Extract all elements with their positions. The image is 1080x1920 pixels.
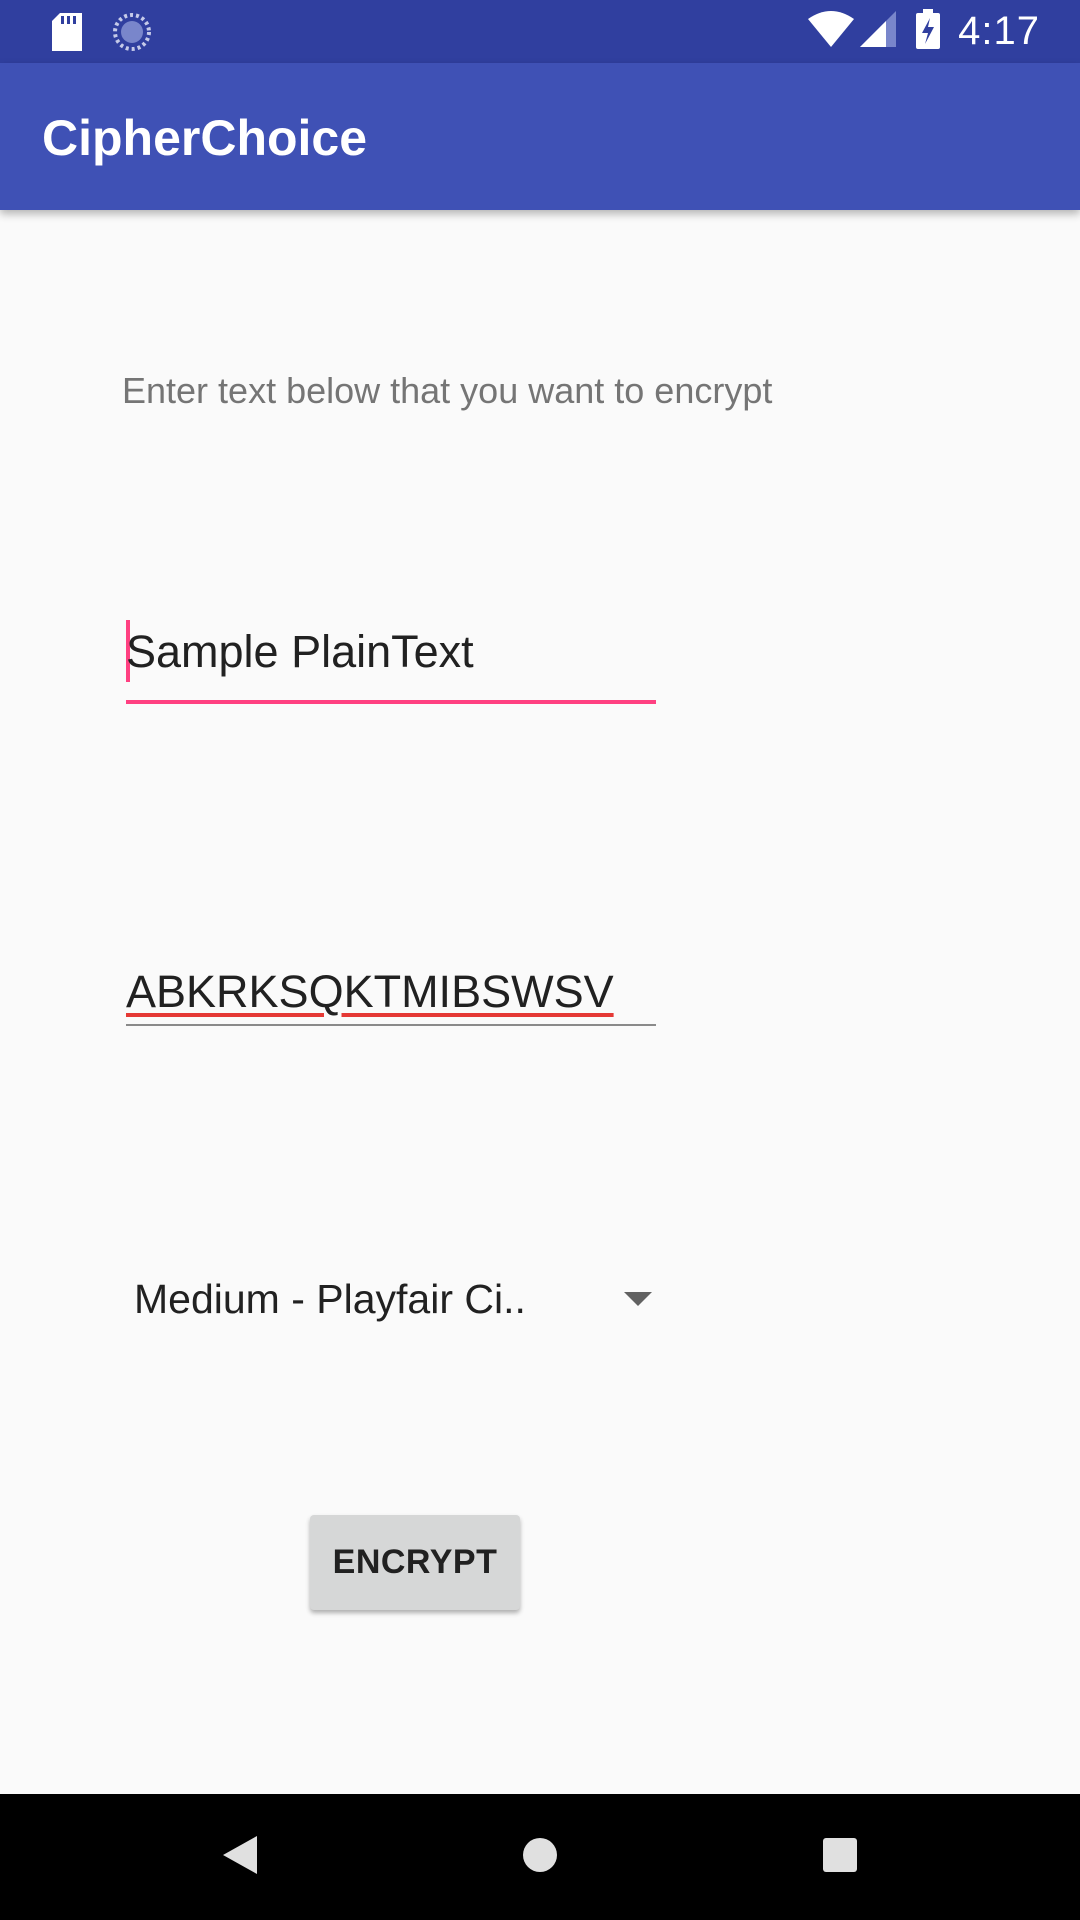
status-bar: 4:17 <box>0 0 1080 63</box>
sync-icon <box>112 12 152 57</box>
app-bar: CipherChoice <box>0 63 1080 210</box>
back-icon <box>223 1835 257 1879</box>
plaintext-value: Sample PlainText <box>126 626 474 677</box>
recents-button[interactable] <box>800 1794 880 1920</box>
status-clock: 4:17 <box>958 9 1040 53</box>
encrypt-button[interactable]: ENCRYPT <box>310 1515 520 1610</box>
app-title: CipherChoice <box>42 110 368 166</box>
home-button[interactable] <box>500 1794 580 1920</box>
plaintext-input[interactable]: Sample PlainText <box>126 620 656 704</box>
sd-card-icon <box>52 13 82 56</box>
status-right-icons: 4:17 <box>808 0 1040 63</box>
ciphertext-value: ABKRKSQKTMIBSWSV <box>126 966 614 1017</box>
home-icon <box>522 1837 558 1878</box>
nav-bar <box>0 1794 1080 1920</box>
instruction-label: Enter text below that you want to encryp… <box>122 370 773 411</box>
recents-icon <box>823 1837 857 1877</box>
wifi-icon <box>808 11 855 52</box>
ciphertext-field[interactable]: ABKRKSQKTMIBSWSV <box>126 960 656 1026</box>
cipher-select-value: Medium - Playfair Ci.. <box>134 1276 526 1322</box>
back-button[interactable] <box>200 1794 280 1920</box>
battery-charging-icon <box>916 9 941 54</box>
status-left-icons <box>52 12 152 57</box>
cipher-select[interactable]: Medium - Playfair Ci.. <box>134 1270 654 1334</box>
dropdown-arrow-icon <box>624 1292 652 1306</box>
signal-icon <box>860 11 897 52</box>
